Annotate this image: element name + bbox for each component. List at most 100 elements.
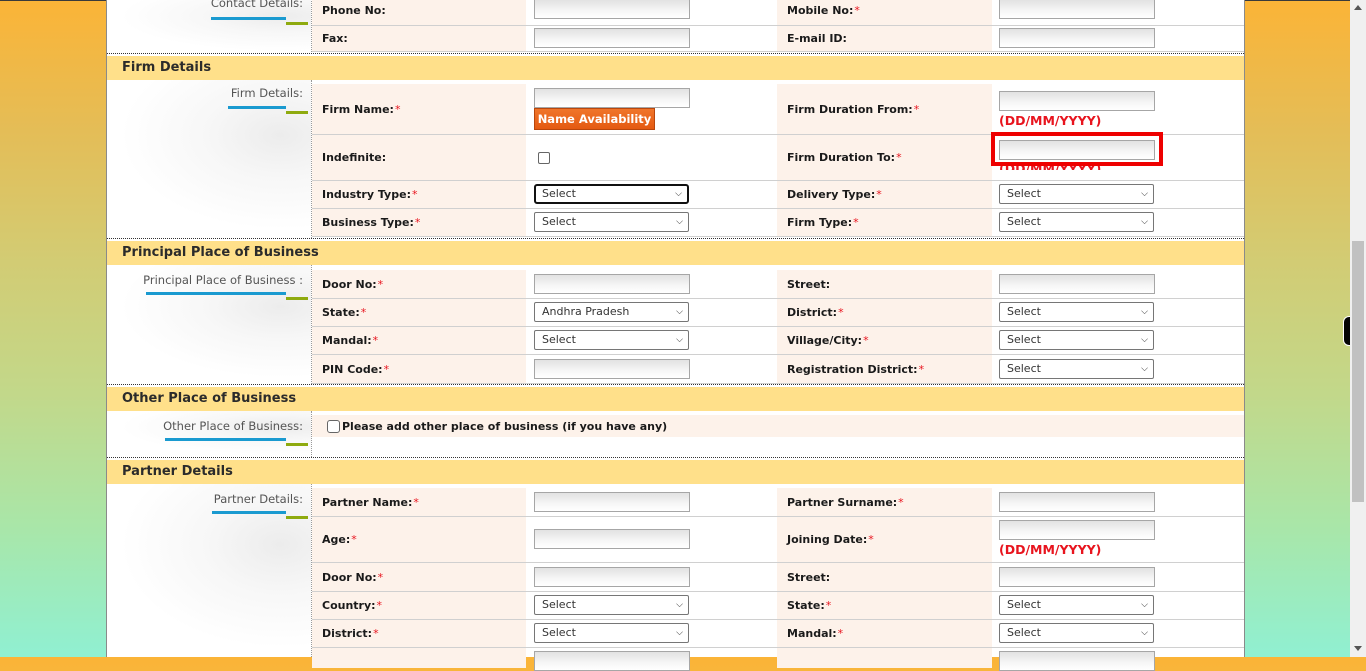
firm-name-label: Firm Name: * — [312, 84, 526, 134]
principal-row-door: Door No: * Street: — [312, 270, 1244, 299]
street-input[interactable] — [999, 274, 1155, 294]
principal-place-section: Principal Place of Business Principal Pl… — [107, 241, 1244, 384]
partner-street-input[interactable] — [999, 567, 1155, 587]
partner-mandal-select[interactable]: Select ⌵ — [999, 623, 1154, 643]
date-format-hint: (DD/MM/YYYY) — [999, 113, 1102, 128]
principal-place-header: Principal Place of Business — [107, 241, 1244, 265]
contact-row-phone: Phone No: Mobile No: * — [312, 0, 1244, 26]
fax-input[interactable] — [534, 28, 690, 48]
mandal-select[interactable]: Select ⌵ — [534, 330, 689, 350]
other-place-row: Please add other place of business (if y… — [312, 415, 1244, 437]
industry-type-select[interactable]: Select ⌵ — [534, 184, 689, 204]
section-divider — [107, 238, 1244, 239]
phone-label: Phone No: — [312, 0, 526, 25]
label-cell — [312, 648, 526, 668]
partner-door-no-label: Door No: * — [312, 563, 526, 591]
partner-row-age: Age: * Joining Date: * (DD/MM/YYYY) — [312, 517, 1244, 563]
side-accent-blue — [211, 17, 286, 20]
mobile-label: Mobile No: * — [777, 0, 992, 25]
partner-row-district: District: * Select ⌵ Mandal: * Select ⌵ — [312, 620, 1244, 648]
contact-details-section: Contact Details: Phone No: Mobile No: * F… — [107, 0, 1244, 54]
partner-surname-input[interactable] — [999, 492, 1155, 512]
other-side-panel: Other Place of Business: — [107, 411, 312, 457]
partner-state-select[interactable]: Select ⌵ — [999, 595, 1154, 615]
firm-name-input[interactable] — [534, 88, 690, 108]
partner-door-no-input[interactable] — [534, 567, 690, 587]
firm-type-select[interactable]: Select ⌵ — [999, 212, 1154, 232]
firm-side-panel: Firm Details: — [107, 80, 312, 238]
pin-code-input[interactable] — [534, 359, 690, 379]
chevron-down-icon: ⌵ — [676, 600, 683, 610]
name-availability-button[interactable]: Name Availability — [534, 108, 655, 130]
vertical-scrollbar[interactable] — [1350, 0, 1366, 657]
delivery-type-select[interactable]: Select ⌵ — [999, 184, 1154, 204]
contact-row-fax: Fax: E-mail ID: — [312, 26, 1244, 52]
chevron-down-icon: ⌵ — [1141, 217, 1148, 227]
mobile-input[interactable] — [999, 0, 1155, 19]
side-accent-green — [286, 22, 308, 25]
country-select[interactable]: Select ⌵ — [534, 595, 689, 615]
district-select[interactable]: Select ⌵ — [999, 302, 1154, 322]
partner-district-select[interactable]: Select ⌵ — [534, 623, 689, 643]
village-city-label: Village/City: * — [777, 327, 992, 354]
side-accent-blue — [165, 438, 286, 441]
side-accent-blue — [146, 292, 286, 295]
partner-row-door: Door No: * Street: — [312, 563, 1244, 592]
chevron-down-icon: ⌵ — [1141, 307, 1148, 317]
other-place-header: Other Place of Business — [107, 387, 1244, 411]
date-format-hint: (DD/MM/YYYY) — [999, 542, 1102, 557]
age-input[interactable] — [534, 529, 690, 549]
phone-input[interactable] — [534, 0, 690, 19]
partner-district-label: District: * — [312, 620, 526, 647]
partner-mandal-label: Mandal: * — [777, 620, 992, 647]
chevron-down-icon: ⌵ — [1141, 628, 1148, 638]
state-select[interactable]: Andhra Pradesh ⌵ — [534, 302, 689, 322]
industry-type-label: Industry Type: * — [312, 181, 526, 208]
chevron-down-icon: ⌵ — [1141, 364, 1148, 374]
firm-duration-from-input[interactable] — [999, 91, 1155, 111]
email-label: E-mail ID: — [777, 26, 992, 51]
registration-district-select[interactable]: Select ⌵ — [999, 359, 1154, 379]
other-place-checkbox-label[interactable]: Please add other place of business (if y… — [342, 420, 667, 433]
partner-details-section: Partner Details Partner Details: Partner… — [107, 460, 1244, 671]
contact-side-label: Contact Details: — [210, 0, 303, 10]
principal-side-label: Principal Place of Business : — [143, 273, 303, 287]
age-label: Age: * — [312, 517, 526, 562]
partner-row-next — [312, 648, 1244, 671]
street-label: Street: — [777, 270, 992, 298]
firm-row-business: Business Type: * Select ⌵ Firm Type: * Sele… — [312, 209, 1244, 237]
partner-name-input[interactable] — [534, 492, 690, 512]
scroll-up-arrow-icon[interactable] — [1354, 5, 1362, 10]
partner-next-input[interactable] — [999, 651, 1155, 671]
joining-date-input[interactable] — [999, 520, 1155, 540]
other-place-checkbox[interactable] — [327, 419, 340, 433]
chevron-down-icon: ⌵ — [1141, 335, 1148, 345]
chevron-down-icon: ⌵ — [675, 189, 682, 199]
firm-duration-from-label: Firm Duration From: * — [777, 84, 992, 134]
firm-duration-to-label: Firm Duration To: * — [777, 135, 992, 180]
firm-side-label: Firm Details: — [230, 86, 303, 100]
partner-name-label: Partner Name: * — [312, 488, 526, 516]
village-city-select[interactable]: Select ⌵ — [999, 330, 1154, 350]
section-divider — [107, 53, 1244, 54]
indefinite-checkbox[interactable] — [538, 152, 550, 164]
chevron-down-icon: ⌵ — [676, 307, 683, 317]
partner-row-name: Partner Name: * Partner Surname: * — [312, 488, 1244, 517]
side-accent-green — [286, 516, 308, 519]
partner-street-label: Street: — [777, 563, 992, 591]
door-no-input[interactable] — [534, 274, 690, 294]
email-input[interactable] — [999, 28, 1155, 48]
chevron-down-icon: ⌵ — [676, 628, 683, 638]
partner-next-input[interactable] — [534, 651, 690, 671]
chevron-down-icon: ⌵ — [676, 217, 683, 227]
business-type-select[interactable]: Select ⌵ — [534, 212, 689, 232]
firm-row-duration-to: Indefinite: Firm Duration To: * (DD/MM/YY… — [312, 132, 1244, 181]
scrollbar-thumb[interactable] — [1352, 241, 1364, 502]
firm-details-section: Firm Details Firm Details: Firm Name: * N… — [107, 56, 1244, 238]
state-label: State: * — [312, 299, 526, 326]
firm-row-industry: Industry Type: * Select ⌵ Delivery Type: * … — [312, 181, 1244, 209]
firm-details-header: Firm Details — [107, 56, 1244, 80]
indefinite-label: Indefinite: — [312, 135, 526, 180]
principal-row-mandal: Mandal: * Select ⌵ Village/City: * Select ⌵ — [312, 327, 1244, 355]
scroll-down-arrow-icon[interactable] — [1354, 646, 1362, 651]
